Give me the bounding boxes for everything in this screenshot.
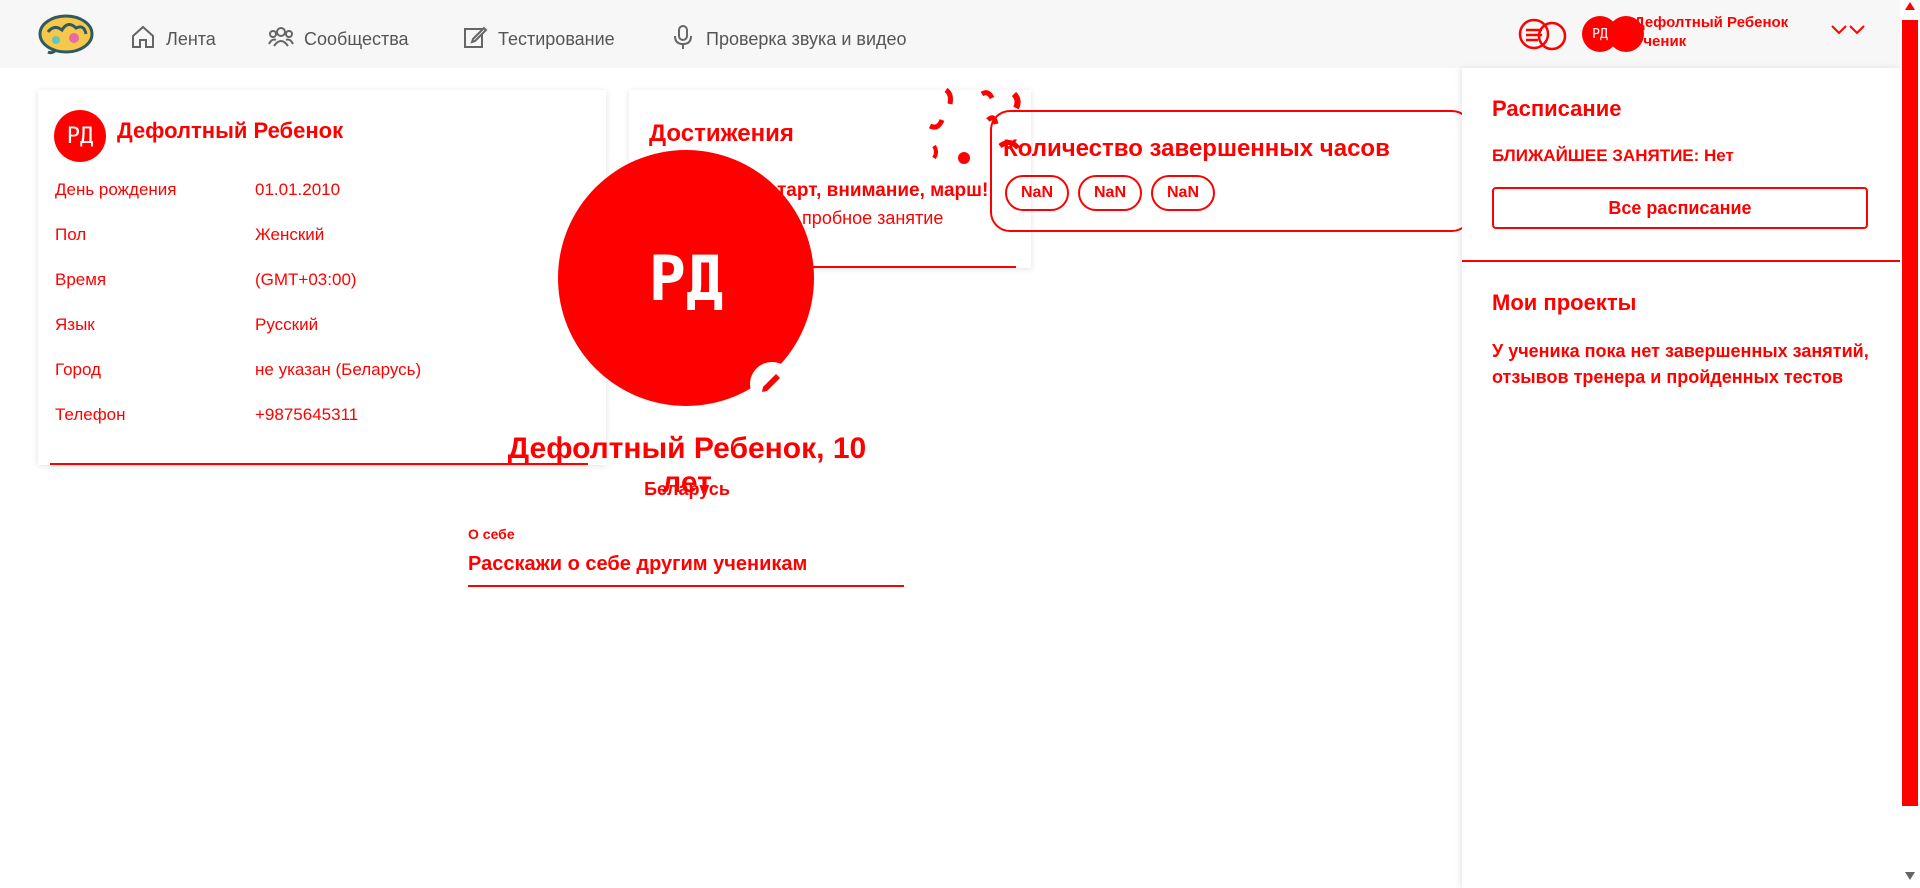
hours-value: NaN (1151, 175, 1215, 211)
nav-item-label: Тестирование (498, 28, 615, 49)
achievements-title: Достижения (649, 120, 794, 147)
pencil-icon (758, 368, 786, 401)
nav-item-label: Лента (166, 28, 216, 49)
gender-label: Пол (55, 225, 87, 244)
hours-value: NaN (1078, 175, 1142, 211)
phone-value: +9875645311 (255, 405, 359, 424)
achievement-description: и пробное занятие (787, 208, 944, 228)
phone-label: Телефон (55, 405, 126, 424)
avatar[interactable]: РД (54, 110, 106, 162)
edit-avatar-button[interactable] (750, 362, 794, 406)
gender-value: Женский (255, 225, 325, 244)
scroll-down-icon[interactable] (1905, 872, 1915, 880)
timezone-label: Время (55, 270, 107, 289)
about-input[interactable]: Расскажи о себе другим ученикам (468, 553, 807, 576)
completed-hours-card (990, 110, 1472, 232)
hours-value: NaN (1005, 175, 1069, 211)
nav-item-label: Сообщества (304, 28, 409, 49)
home-icon (130, 24, 156, 55)
timezone-value: (GMT+03:00) (255, 270, 357, 289)
completed-hours-title: Количество завершенных часов (1003, 135, 1390, 162)
birthday-value: 01.01.2010 (255, 180, 341, 199)
user-menu[interactable]: РД Дефолтный Ребенок Ученик (1582, 14, 1882, 54)
nav-item-feed[interactable]: Лента (130, 24, 216, 55)
city-label: Город (55, 360, 101, 379)
projects-empty-text: У ученика пока нет завершенных занятий, … (1492, 341, 1869, 387)
city-value: не указан (Беларусь) (255, 360, 422, 379)
about-label: О себе (468, 526, 515, 542)
language-label: Язык (55, 315, 95, 334)
user-role: Ученик (1634, 33, 1687, 50)
users-icon (268, 24, 294, 55)
nav-item-label: Проверка звука и видео (706, 28, 907, 49)
profile-name: Дефолтный Ребенок (117, 118, 344, 143)
language-value: Русский (255, 315, 319, 334)
birthday-label: День рождения (55, 180, 177, 199)
divider (944, 266, 1016, 268)
chevron-down-icon (1830, 20, 1870, 45)
schedule-title: Расписание (1492, 96, 1622, 121)
scrollbar-thumb[interactable] (1902, 20, 1918, 806)
next-lesson-status: БЛИЖАЙШЕЕ ЗАНЯТИЕ: Нет (1492, 146, 1734, 165)
messages-icon[interactable] (1518, 14, 1572, 54)
right-sidebar: Расписание БЛИЖАЙШЕЕ ЗАНЯТИЕ: Нет Все ра… (1462, 68, 1900, 888)
microphone-icon (670, 24, 696, 55)
about-input-underline (468, 585, 904, 587)
top-navigation-bar: Лента Сообщества Тестирование Проверка з… (0, 0, 1900, 68)
brain-logo-icon[interactable] (36, 12, 96, 56)
projects-title: Мои проекты (1492, 290, 1637, 315)
nav-item-communities[interactable]: Сообщества (268, 26, 409, 52)
all-schedule-button[interactable]: Все расписание (1492, 187, 1868, 229)
edit-icon (462, 24, 488, 55)
user-name: Дефолтный Ребенок (1634, 14, 1789, 31)
nav-item-sound-video-check[interactable]: Проверка звука и видео (670, 24, 907, 55)
achievement-name: тарт, внимание, марш! (777, 180, 989, 201)
nav-item-testing[interactable]: Тестирование (462, 26, 615, 52)
profile-country: Беларусь (644, 479, 730, 499)
divider (1462, 260, 1900, 262)
profile-info-card: РД Дефолтный Ребенок День рождения 01.01… (38, 90, 606, 465)
scrollbar[interactable] (1900, 0, 1920, 888)
scroll-up-icon[interactable] (1905, 2, 1915, 10)
